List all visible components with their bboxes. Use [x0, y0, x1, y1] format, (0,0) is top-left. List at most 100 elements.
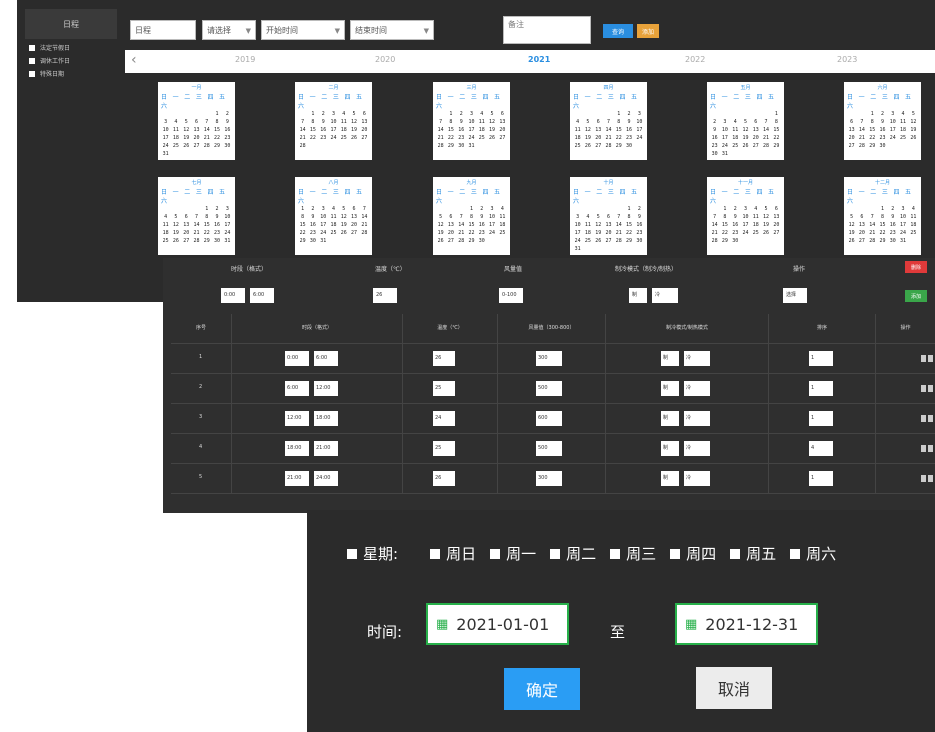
day-cell[interactable]: 29 — [202, 238, 211, 245]
day-cell[interactable]: 28 — [761, 143, 770, 150]
day-cell[interactable]: 18 — [583, 230, 592, 237]
day-cell[interactable]: 10 — [888, 119, 897, 126]
start-time-select[interactable]: 开始时间 ▼ — [261, 20, 345, 40]
day-cell[interactable]: 28 — [857, 143, 866, 150]
day-cell[interactable]: 14 — [436, 127, 445, 134]
sort-input[interactable]: 4 — [809, 441, 833, 456]
day-cell[interactable]: 14 — [192, 222, 201, 229]
day-cell[interactable]: 27 — [604, 238, 613, 245]
day-cell[interactable]: 17 — [720, 135, 729, 142]
day-cell[interactable]: 17 — [467, 127, 476, 134]
checkbox[interactable] — [550, 548, 561, 559]
day-cell[interactable]: 28 — [436, 143, 445, 150]
day-cell[interactable]: 25 — [909, 230, 918, 237]
search-button[interactable]: 查询 — [603, 24, 633, 38]
day-cell[interactable]: 18 — [751, 222, 760, 229]
edit-icon[interactable] — [921, 415, 926, 422]
day-cell[interactable]: 25 — [171, 143, 180, 150]
day-cell[interactable]: 12 — [339, 214, 348, 221]
template-end-input[interactable]: 6:00 — [250, 288, 274, 303]
day-cell[interactable]: 27 — [349, 230, 358, 237]
day-cell[interactable]: 23 — [457, 135, 466, 142]
delete-icon[interactable] — [928, 415, 933, 422]
year-tab-active[interactable]: 2021 — [528, 55, 550, 64]
delete-button[interactable]: 删除 — [905, 261, 927, 273]
day-cell[interactable]: 27 — [360, 135, 369, 142]
checkbox[interactable] — [430, 548, 441, 559]
day-cell[interactable]: 19 — [909, 127, 918, 134]
day-cell[interactable]: 22 — [308, 135, 317, 142]
day-cell[interactable]: 26 — [349, 135, 358, 142]
day-cell[interactable]: 9 — [319, 119, 328, 126]
year-tab[interactable]: 2019 — [235, 55, 255, 64]
day-cell[interactable]: 9 — [710, 127, 719, 134]
checkbox[interactable] — [730, 548, 741, 559]
day-cell[interactable]: 15 — [614, 127, 623, 134]
day-cell[interactable]: 6 — [360, 111, 369, 118]
sort-input[interactable]: 1 — [809, 351, 833, 366]
day-cell[interactable]: 17 — [898, 222, 907, 229]
checkbox[interactable] — [29, 57, 35, 64]
day-cell[interactable]: 29 — [720, 238, 729, 245]
day-cell[interactable]: 30 — [624, 143, 633, 150]
day-cell[interactable]: 2 — [731, 206, 740, 213]
temp-input[interactable]: 24 — [433, 411, 455, 426]
day-cell[interactable]: 12 — [487, 119, 496, 126]
search-input[interactable]: 备注 — [503, 16, 591, 44]
day-cell[interactable]: 13 — [498, 119, 507, 126]
day-cell[interactable]: 6 — [446, 214, 455, 221]
day-cell[interactable]: 14 — [761, 127, 770, 134]
day-cell[interactable]: 10 — [319, 214, 328, 221]
day-cell[interactable]: 29 — [467, 238, 476, 245]
day-cell[interactable]: 2 — [878, 111, 887, 118]
day-cell[interactable]: 6 — [192, 119, 201, 126]
day-cell[interactable]: 4 — [898, 111, 907, 118]
day-cell[interactable]: 16 — [710, 135, 719, 142]
day-cell[interactable]: 19 — [761, 222, 770, 229]
day-cell[interactable]: 18 — [909, 222, 918, 229]
day-cell[interactable]: 26 — [594, 238, 603, 245]
delete-icon[interactable] — [928, 445, 933, 452]
day-cell[interactable]: 3 — [329, 111, 338, 118]
day-cell[interactable]: 15 — [298, 222, 307, 229]
day-cell[interactable]: 2 — [319, 111, 328, 118]
template-temp-input[interactable]: 26 — [373, 288, 397, 303]
day-cell[interactable]: 7 — [298, 119, 307, 126]
day-cell[interactable]: 28 — [202, 143, 211, 150]
day-cell[interactable]: 14 — [360, 214, 369, 221]
day-cell[interactable]: 19 — [594, 230, 603, 237]
day-cell[interactable]: 15 — [202, 222, 211, 229]
day-cell[interactable]: 26 — [339, 230, 348, 237]
day-cell[interactable]: 10 — [898, 214, 907, 221]
day-cell[interactable]: 4 — [171, 119, 180, 126]
day-cell[interactable]: 11 — [339, 119, 348, 126]
day-cell[interactable]: 7 — [457, 214, 466, 221]
day-cell[interactable]: 26 — [761, 230, 770, 237]
day-cell[interactable]: 4 — [329, 206, 338, 213]
day-cell[interactable]: 18 — [339, 127, 348, 134]
day-cell[interactable]: 8 — [446, 119, 455, 126]
day-cell[interactable]: 29 — [614, 143, 623, 150]
day-cell[interactable]: 29 — [868, 143, 877, 150]
day-cell[interactable]: 22 — [467, 230, 476, 237]
day-cell[interactable]: 15 — [446, 127, 455, 134]
day-cell[interactable]: 11 — [573, 127, 582, 134]
day-cell[interactable]: 8 — [720, 214, 729, 221]
day-cell[interactable]: 23 — [223, 135, 232, 142]
sort-input[interactable]: 1 — [809, 411, 833, 426]
day-cell[interactable]: 20 — [360, 127, 369, 134]
day-cell[interactable]: 19 — [171, 230, 180, 237]
day-cell[interactable]: 4 — [909, 206, 918, 213]
day-cell[interactable]: 8 — [878, 214, 887, 221]
edit-icon[interactable] — [921, 445, 926, 452]
day-cell[interactable]: 2 — [223, 111, 232, 118]
day-cell[interactable]: 25 — [339, 135, 348, 142]
day-cell[interactable]: 20 — [857, 230, 866, 237]
sidebar-item-workday[interactable]: 调休工作日 — [29, 56, 125, 65]
day-cell[interactable]: 24 — [161, 143, 170, 150]
day-cell[interactable]: 15 — [878, 222, 887, 229]
day-cell[interactable]: 28 — [710, 238, 719, 245]
day-cell[interactable]: 1 — [772, 111, 781, 118]
mode-input[interactable]: 冷 — [684, 381, 710, 396]
day-cell[interactable]: 23 — [477, 230, 486, 237]
